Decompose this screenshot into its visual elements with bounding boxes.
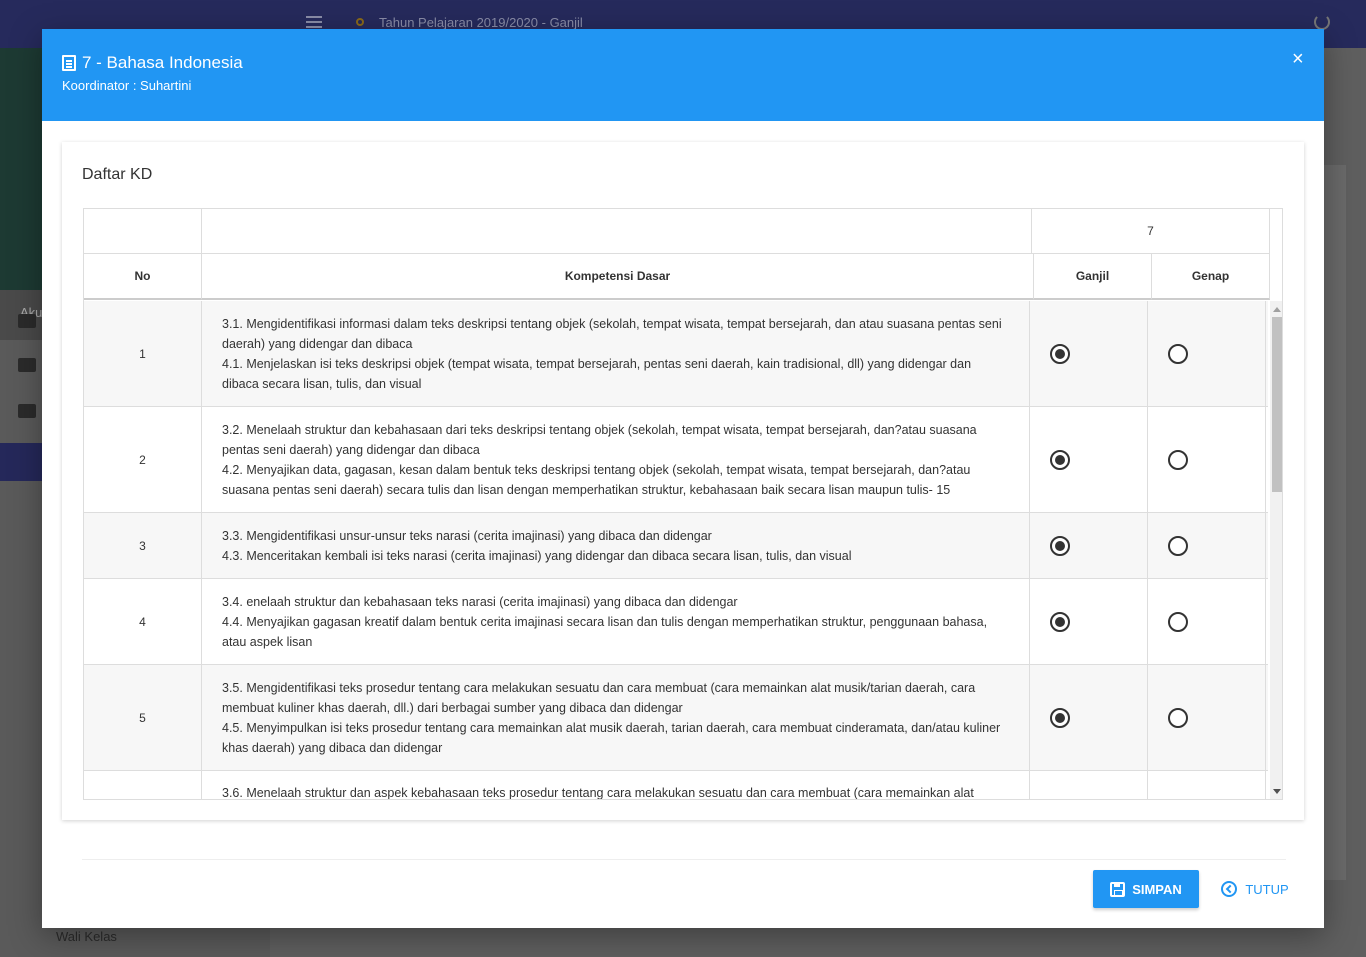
table-body: 1 3.1. Mengidentifikasi informasi dalam …	[84, 301, 1268, 800]
genap-radio[interactable]	[1168, 449, 1188, 470]
kd-line: 4.2. Menyajikan data, gagasan, kesan dal…	[222, 462, 971, 497]
genap-radio[interactable]	[1168, 535, 1188, 556]
ganjil-cell	[1030, 771, 1148, 799]
genap-cell	[1148, 301, 1266, 406]
save-button[interactable]: SIMPAN	[1093, 870, 1199, 908]
header-semester-group: 7	[1032, 209, 1270, 254]
modal-header: 7 - Bahasa Indonesia Koordinator : Suhar…	[42, 29, 1324, 121]
ganjil-radio[interactable]	[1050, 707, 1070, 728]
header-empty-no	[84, 209, 202, 254]
genap-cell	[1148, 579, 1266, 664]
row-number: 5	[84, 665, 202, 770]
kd-line: 3.2. Menelaah struktur dan kebahasaan da…	[222, 422, 977, 457]
kd-text: 3.1. Mengidentifikasi informasi dalam te…	[202, 301, 1030, 406]
kd-text: 3.6. Menelaah struktur dan aspek kebahas…	[202, 771, 1030, 800]
header-empty-kd	[202, 209, 1032, 254]
kd-text: 3.2. Menelaah struktur dan kebahasaan da…	[202, 407, 1030, 512]
ganjil-radio[interactable]	[1050, 535, 1070, 556]
kd-table: 7 No Kompetensi Dasar Ganjil Genap 1 3.1…	[83, 208, 1283, 800]
kd-modal: 7 - Bahasa Indonesia Koordinator : Suhar…	[42, 29, 1324, 928]
kd-line: 3.6. Menelaah struktur dan aspek kebahas…	[222, 786, 974, 800]
save-icon	[1110, 881, 1126, 897]
ganjil-radio[interactable]	[1050, 611, 1070, 632]
genap-radio[interactable]	[1168, 611, 1188, 632]
scroll-down-arrow-icon[interactable]	[1273, 789, 1281, 794]
status-dot-icon	[356, 18, 364, 26]
genap-cell	[1148, 771, 1266, 799]
kd-text: 3.3. Mengidentifikasi unsur-unsur teks n…	[202, 513, 1030, 578]
row-number: 4	[84, 579, 202, 664]
footer-divider	[82, 859, 1286, 860]
genap-radio[interactable]	[1168, 707, 1188, 728]
table-row: 4 3.4. enelaah struktur dan kebahasaan t…	[84, 579, 1268, 665]
row-number: 2	[84, 407, 202, 512]
academic-year-label: Tahun Pelajaran 2019/2020 - Ganjil	[379, 15, 583, 30]
modal-title: 7 - Bahasa Indonesia	[82, 53, 243, 72]
genap-cell	[1148, 407, 1266, 512]
home-icon[interactable]	[18, 314, 36, 328]
ganjil-radio[interactable]	[1050, 449, 1070, 470]
kd-text: 3.5. Mengidentifikasi teks prosedur tent…	[202, 665, 1030, 770]
table-row: 3.6. Menelaah struktur dan aspek kebahas…	[84, 771, 1268, 800]
power-icon[interactable]	[1314, 14, 1330, 30]
header-ganjil: Ganjil	[1034, 254, 1152, 300]
row-number	[84, 771, 202, 799]
header-genap: Genap	[1152, 254, 1270, 300]
header-no: No	[84, 254, 202, 300]
ganjil-cell	[1030, 407, 1148, 512]
scroll-thumb[interactable]	[1272, 317, 1282, 492]
table-header: 7 No Kompetensi Dasar Ganjil Genap	[84, 209, 1270, 301]
ganjil-radio[interactable]	[1050, 343, 1070, 364]
kd-line: 3.3. Mengidentifikasi unsur-unsur teks n…	[222, 528, 712, 543]
table-row: 3 3.3. Mengidentifikasi unsur-unsur teks…	[84, 513, 1268, 579]
graduation-cap-icon[interactable]	[18, 358, 36, 372]
table-row: 1 3.1. Mengidentifikasi informasi dalam …	[84, 301, 1268, 407]
close-icon[interactable]: ×	[1292, 49, 1304, 69]
modal-subtitle: Koordinator : Suhartini	[62, 78, 192, 93]
document-icon[interactable]	[18, 404, 36, 418]
kd-line: 3.1. Mengidentifikasi informasi dalam te…	[222, 316, 1002, 351]
kd-line: 4.5. Menyimpulkan isi teks prosedur tent…	[222, 720, 1001, 755]
kd-card: Daftar KD 7 No Kompetensi Dasar Ganjil G…	[62, 142, 1304, 820]
document-icon	[62, 55, 76, 71]
close-button[interactable]: TUTUP	[1210, 870, 1300, 908]
table-row: 5 3.5. Mengidentifikasi teks prosedur te…	[84, 665, 1268, 771]
kd-line: 4.1. Menjelaskan isi teks deskripsi obje…	[222, 356, 972, 391]
genap-cell	[1148, 513, 1266, 578]
kd-line: 3.5. Mengidentifikasi teks prosedur tent…	[222, 680, 976, 715]
row-number: 3	[84, 513, 202, 578]
save-button-label: SIMPAN	[1132, 881, 1182, 897]
kd-line: 4.3. Menceritakan kembali isi teks naras…	[222, 548, 852, 563]
hamburger-menu-icon[interactable]	[306, 16, 322, 28]
ganjil-cell	[1030, 513, 1148, 578]
scroll-up-arrow-icon[interactable]	[1273, 307, 1281, 312]
card-title: Daftar KD	[82, 166, 153, 183]
kd-line: 4.4. Menyajikan gagasan kreatif dalam be…	[222, 614, 988, 649]
ganjil-cell	[1030, 579, 1148, 664]
ganjil-cell	[1030, 665, 1148, 770]
kd-line: 3.4. enelaah struktur dan kebahasaan tek…	[222, 594, 738, 609]
table-scrollbar[interactable]	[1270, 301, 1282, 799]
kd-text: 3.4. enelaah struktur dan kebahasaan tek…	[202, 579, 1030, 664]
genap-radio[interactable]	[1168, 343, 1188, 364]
genap-cell	[1148, 665, 1266, 770]
table-row: 2 3.2. Menelaah struktur dan kebahasaan …	[84, 407, 1268, 513]
close-button-label: TUTUP	[1245, 881, 1289, 897]
back-circle-icon	[1221, 881, 1238, 897]
ganjil-cell	[1030, 301, 1148, 406]
row-number: 1	[84, 301, 202, 406]
modal-title-wrap: 7 - Bahasa Indonesia	[62, 53, 243, 73]
header-kompetensi-dasar: Kompetensi Dasar	[202, 254, 1034, 300]
